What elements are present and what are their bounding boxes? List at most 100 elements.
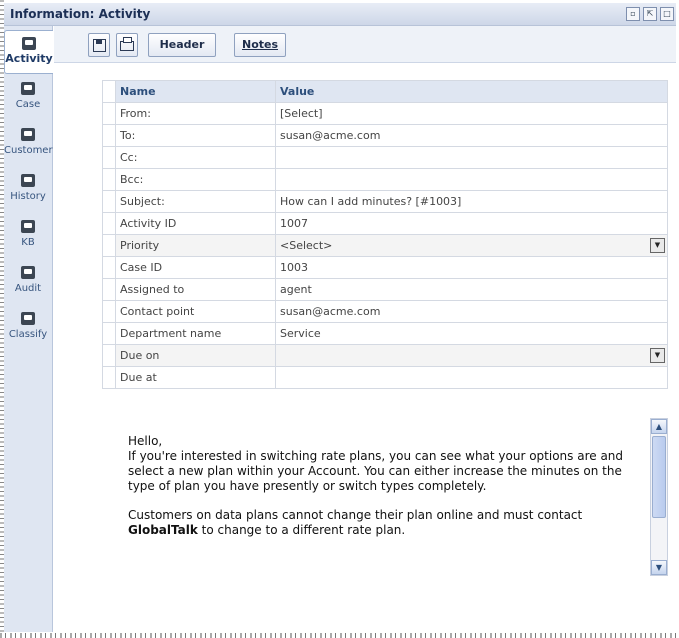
row-selector[interactable] [102, 300, 116, 323]
row-selector[interactable] [102, 256, 116, 279]
table-row[interactable]: Contact point susan@acme.com [102, 300, 668, 323]
table-row[interactable]: Cc: [102, 146, 668, 169]
header-button-label: Header [159, 38, 205, 51]
dropdown-arrow-icon[interactable]: ▼ [650, 348, 665, 363]
scroll-down-icon[interactable]: ▼ [651, 560, 667, 575]
row-selector[interactable] [102, 124, 116, 147]
message-body[interactable]: Hello, If you're interested in switching… [128, 434, 638, 552]
nav-item-case[interactable]: Case [4, 76, 52, 118]
nav-item-label: Activity [5, 52, 53, 65]
field-name: Activity ID [115, 212, 276, 235]
field-value-text: <Select> [280, 239, 333, 252]
dropdown-arrow-icon[interactable]: ▼ [650, 238, 665, 253]
nav-item-activity[interactable]: Activity [4, 30, 53, 74]
row-selector[interactable] [102, 278, 116, 301]
activity-icon [22, 37, 36, 50]
message-greeting: Hello, [128, 434, 163, 448]
row-selector[interactable] [102, 168, 116, 191]
table-row[interactable]: Assigned to agent [102, 278, 668, 301]
nav-item-label: Classify [8, 329, 48, 340]
row-selector-header [102, 80, 116, 103]
table-row[interactable]: Department name Service [102, 322, 668, 345]
nav-item-classify[interactable]: Classify [4, 306, 52, 348]
row-selector[interactable] [102, 344, 116, 367]
row-selector[interactable] [102, 234, 116, 257]
field-name: Subject: [115, 190, 276, 213]
print-button[interactable] [116, 33, 138, 57]
field-value-text: agent [280, 283, 312, 296]
message-paragraph: Customers on data plans cannot change th… [128, 508, 638, 538]
field-value[interactable]: [Select] [275, 102, 668, 125]
field-name: Department name [115, 322, 276, 345]
field-value[interactable] [275, 146, 668, 169]
field-value[interactable]: ▼ [275, 344, 668, 367]
row-selector[interactable] [102, 212, 116, 235]
table-row[interactable]: From: [Select] [102, 102, 668, 125]
scroll-up-icon[interactable]: ▲ [651, 419, 667, 434]
table-row[interactable]: To: susan@acme.com [102, 124, 668, 147]
field-value[interactable]: 1007 [275, 212, 668, 235]
field-value[interactable]: agent [275, 278, 668, 301]
row-selector[interactable] [102, 366, 116, 389]
field-value[interactable]: Service [275, 322, 668, 345]
nav-item-audit[interactable]: Audit [4, 260, 52, 302]
field-value[interactable]: 1003 [275, 256, 668, 279]
field-value[interactable] [275, 366, 668, 389]
table-row[interactable]: Subject: How can I add minutes? [#1003] [102, 190, 668, 213]
table-row[interactable]: Due on ▼ [102, 344, 668, 367]
side-nav: Activity Case Customer History KB Audit … [4, 26, 53, 632]
message-paragraph: Hello, If you're interested in switching… [128, 434, 638, 494]
customer-icon [21, 128, 35, 141]
field-value-text: [Select] [280, 107, 323, 120]
notes-button-label: Notes [241, 38, 279, 51]
table-row[interactable]: Priority <Select> ▼ [102, 234, 668, 257]
field-value-text: 1003 [280, 261, 308, 274]
field-value-text: How can I add minutes? [#1003] [280, 195, 462, 208]
table-row[interactable]: Bcc: [102, 168, 668, 191]
field-name: Bcc: [115, 168, 276, 191]
title-bar: Information: Activity ▫ ⇱ □ [4, 3, 676, 26]
field-value[interactable]: susan@acme.com [275, 300, 668, 323]
table-row[interactable]: Case ID 1003 [102, 256, 668, 279]
row-selector[interactable] [102, 102, 116, 125]
table-row[interactable]: Activity ID 1007 [102, 212, 668, 235]
field-value-text: susan@acme.com [280, 305, 381, 318]
row-selector[interactable] [102, 190, 116, 213]
field-name: Due on [115, 344, 276, 367]
popout-icon[interactable]: ⇱ [643, 7, 657, 21]
field-value[interactable]: How can I add minutes? [#1003] [275, 190, 668, 213]
field-value[interactable]: susan@acme.com [275, 124, 668, 147]
toolbar: Header Notes [54, 26, 676, 63]
column-header-name: Name [115, 80, 276, 103]
save-button[interactable] [88, 33, 110, 57]
field-value[interactable] [275, 168, 668, 191]
field-value-text: susan@acme.com [280, 129, 381, 142]
row-selector[interactable] [102, 146, 116, 169]
message-paragraph-2a: Customers on data plans cannot change th… [128, 508, 583, 522]
row-selector[interactable] [102, 322, 116, 345]
window-title: Information: Activity [10, 7, 151, 21]
header-button[interactable]: Header [148, 33, 216, 57]
field-value-text: 1007 [280, 217, 308, 230]
table-row[interactable]: Due at [102, 366, 668, 389]
history-icon [21, 174, 35, 187]
message-paragraph-2b: to change to a different rate plan. [197, 523, 406, 537]
nav-item-history[interactable]: History [4, 168, 52, 210]
nav-item-label: History [10, 191, 46, 202]
nav-item-label: Customer [4, 145, 53, 156]
scrollbar-thumb[interactable] [652, 436, 666, 518]
activity-properties-table: Name Value From: [Select] To: susan@acme.co… [102, 80, 668, 389]
nav-item-customer[interactable]: Customer [4, 122, 53, 164]
field-value-text: Service [280, 327, 321, 340]
notes-button[interactable]: Notes [234, 33, 286, 57]
nav-item-kb[interactable]: KB [4, 214, 52, 256]
save-icon [92, 39, 106, 52]
field-value[interactable]: <Select> ▼ [275, 234, 668, 257]
nav-item-label: Audit [14, 283, 42, 294]
maximize-icon[interactable]: □ [660, 7, 674, 21]
field-name: Priority [115, 234, 276, 257]
restore-icon[interactable]: ▫ [626, 7, 640, 21]
torn-edge-bottom [0, 633, 679, 638]
message-scrollbar[interactable]: ▲ ▼ [650, 418, 668, 576]
print-icon [120, 37, 134, 51]
